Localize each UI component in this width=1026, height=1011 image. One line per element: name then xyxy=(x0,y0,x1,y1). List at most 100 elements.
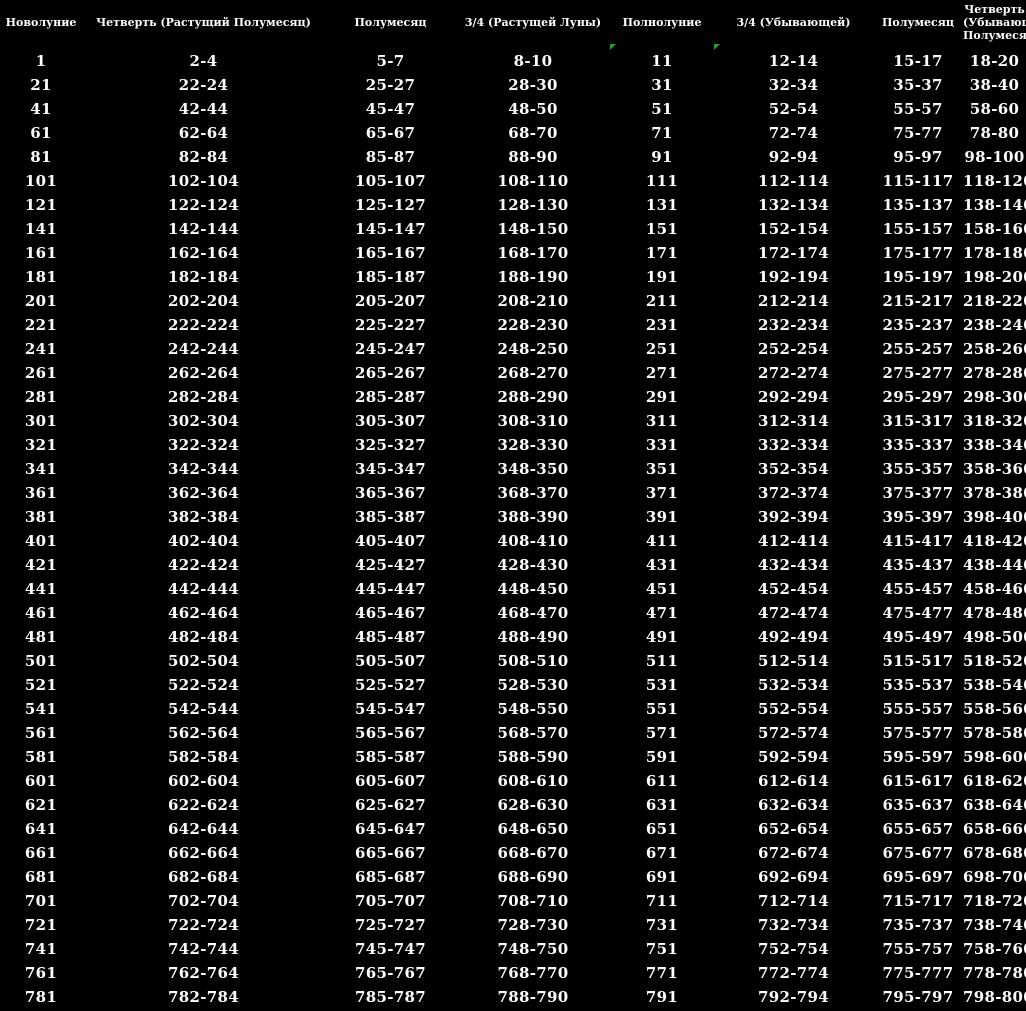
table-cell[interactable]: 142-144 xyxy=(82,217,325,241)
table-cell[interactable]: 515-517 xyxy=(873,649,963,673)
table-cell[interactable]: 41 xyxy=(0,97,82,121)
header-waning-three-quarter[interactable]: 3/4 (Убывающей) xyxy=(714,0,873,44)
table-cell[interactable]: 642-644 xyxy=(82,817,325,841)
table-cell[interactable]: 752-754 xyxy=(714,937,873,961)
table-cell[interactable]: 128-130 xyxy=(456,193,610,217)
table-cell[interactable]: 468-470 xyxy=(456,601,610,625)
table-cell[interactable]: 505-507 xyxy=(325,649,456,673)
table-cell[interactable]: 338-340 xyxy=(963,433,1026,457)
table-cell[interactable]: 362-364 xyxy=(82,481,325,505)
table-cell[interactable]: 258-260 xyxy=(963,337,1026,361)
table-cell[interactable]: 291 xyxy=(610,385,714,409)
table-cell[interactable]: 15-17 xyxy=(873,44,963,73)
table-cell[interactable]: 208-210 xyxy=(456,289,610,313)
header-waning-half[interactable]: Полумесяц xyxy=(873,0,963,44)
table-cell[interactable]: 245-247 xyxy=(325,337,456,361)
table-cell[interactable]: 652-654 xyxy=(714,817,873,841)
table-cell[interactable]: 242-244 xyxy=(82,337,325,361)
table-cell[interactable]: 82-84 xyxy=(82,145,325,169)
table-cell[interactable]: 631 xyxy=(610,793,714,817)
table-cell[interactable]: 278-280 xyxy=(963,361,1026,385)
table-cell[interactable]: 381 xyxy=(0,505,82,529)
table-cell[interactable]: 131 xyxy=(610,193,714,217)
table-cell[interactable]: 625-627 xyxy=(325,793,456,817)
table-cell[interactable]: 35-37 xyxy=(873,73,963,97)
table-cell[interactable]: 528-530 xyxy=(456,673,610,697)
table-cell[interactable]: 698-700 xyxy=(963,865,1026,889)
table-cell[interactable]: 341 xyxy=(0,457,82,481)
table-cell[interactable]: 681 xyxy=(0,865,82,889)
table-cell[interactable]: 42-44 xyxy=(82,97,325,121)
table-cell[interactable]: 628-630 xyxy=(456,793,610,817)
table-cell[interactable]: 335-337 xyxy=(873,433,963,457)
table-cell[interactable]: 32-34 xyxy=(714,73,873,97)
table-cell[interactable]: 705-707 xyxy=(325,889,456,913)
table-cell[interactable]: 772-774 xyxy=(714,961,873,985)
table-cell[interactable]: 12-14 xyxy=(714,44,873,73)
table-cell[interactable]: 518-520 xyxy=(963,649,1026,673)
table-cell[interactable]: 408-410 xyxy=(456,529,610,553)
table-cell[interactable]: 45-47 xyxy=(325,97,456,121)
table-cell[interactable]: 591 xyxy=(610,745,714,769)
table-cell[interactable]: 288-290 xyxy=(456,385,610,409)
table-cell[interactable]: 392-394 xyxy=(714,505,873,529)
table-cell[interactable]: 635-637 xyxy=(873,793,963,817)
table-cell[interactable]: 391 xyxy=(610,505,714,529)
table-cell[interactable]: 248-250 xyxy=(456,337,610,361)
table-cell[interactable]: 535-537 xyxy=(873,673,963,697)
table-cell[interactable]: 588-590 xyxy=(456,745,610,769)
table-cell[interactable]: 348-350 xyxy=(456,457,610,481)
table-cell[interactable]: 442-444 xyxy=(82,577,325,601)
table-cell[interactable]: 778-780 xyxy=(963,961,1026,985)
table-cell[interactable]: 445-447 xyxy=(325,577,456,601)
table-cell[interactable]: 452-454 xyxy=(714,577,873,601)
table-cell[interactable]: 321 xyxy=(0,433,82,457)
table-cell[interactable]: 615-617 xyxy=(873,769,963,793)
table-cell[interactable]: 695-697 xyxy=(873,865,963,889)
table-cell[interactable]: 412-414 xyxy=(714,529,873,553)
table-cell[interactable]: 612-614 xyxy=(714,769,873,793)
table-cell[interactable]: 182-184 xyxy=(82,265,325,289)
table-cell[interactable]: 622-624 xyxy=(82,793,325,817)
table-cell[interactable]: 48-50 xyxy=(456,97,610,121)
table-cell[interactable]: 721 xyxy=(0,913,82,937)
table-cell[interactable]: 285-287 xyxy=(325,385,456,409)
table-cell[interactable]: 578-580 xyxy=(963,721,1026,745)
table-cell[interactable]: 192-194 xyxy=(714,265,873,289)
table-cell[interactable]: 671 xyxy=(610,841,714,865)
table-cell[interactable]: 282-284 xyxy=(82,385,325,409)
table-cell[interactable]: 151 xyxy=(610,217,714,241)
table-cell[interactable]: 715-717 xyxy=(873,889,963,913)
table-cell[interactable]: 592-594 xyxy=(714,745,873,769)
table-cell[interactable]: 58-60 xyxy=(963,97,1026,121)
table-cell[interactable]: 502-504 xyxy=(82,649,325,673)
table-cell[interactable]: 768-770 xyxy=(456,961,610,985)
table-cell[interactable]: 218-220 xyxy=(963,289,1026,313)
table-cell[interactable]: 435-437 xyxy=(873,553,963,577)
header-waxing-half[interactable]: Полумесяц xyxy=(325,0,456,44)
table-cell[interactable]: 711 xyxy=(610,889,714,913)
table-cell[interactable]: 332-334 xyxy=(714,433,873,457)
table-cell[interactable]: 222-224 xyxy=(82,313,325,337)
table-cell[interactable]: 115-117 xyxy=(873,169,963,193)
table-cell[interactable]: 418-420 xyxy=(963,529,1026,553)
table-cell[interactable]: 302-304 xyxy=(82,409,325,433)
table-cell[interactable]: 51 xyxy=(610,97,714,121)
table-cell[interactable]: 1 xyxy=(0,44,82,73)
table-cell[interactable]: 658-660 xyxy=(963,817,1026,841)
table-cell[interactable]: 121 xyxy=(0,193,82,217)
table-cell[interactable]: 791 xyxy=(610,985,714,1009)
comment-marker-icon[interactable] xyxy=(610,44,616,50)
table-cell[interactable]: 135-137 xyxy=(873,193,963,217)
table-cell[interactable]: 571 xyxy=(610,721,714,745)
table-cell[interactable]: 601 xyxy=(0,769,82,793)
table-cell[interactable]: 2-4 xyxy=(82,44,325,73)
table-cell[interactable]: 342-344 xyxy=(82,457,325,481)
table-cell[interactable]: 781 xyxy=(0,985,82,1009)
table-cell[interactable]: 122-124 xyxy=(82,193,325,217)
table-cell[interactable]: 738-740 xyxy=(963,913,1026,937)
table-cell[interactable]: 365-367 xyxy=(325,481,456,505)
table-cell[interactable]: 565-567 xyxy=(325,721,456,745)
table-cell[interactable]: 431 xyxy=(610,553,714,577)
table-cell[interactable]: 378-380 xyxy=(963,481,1026,505)
